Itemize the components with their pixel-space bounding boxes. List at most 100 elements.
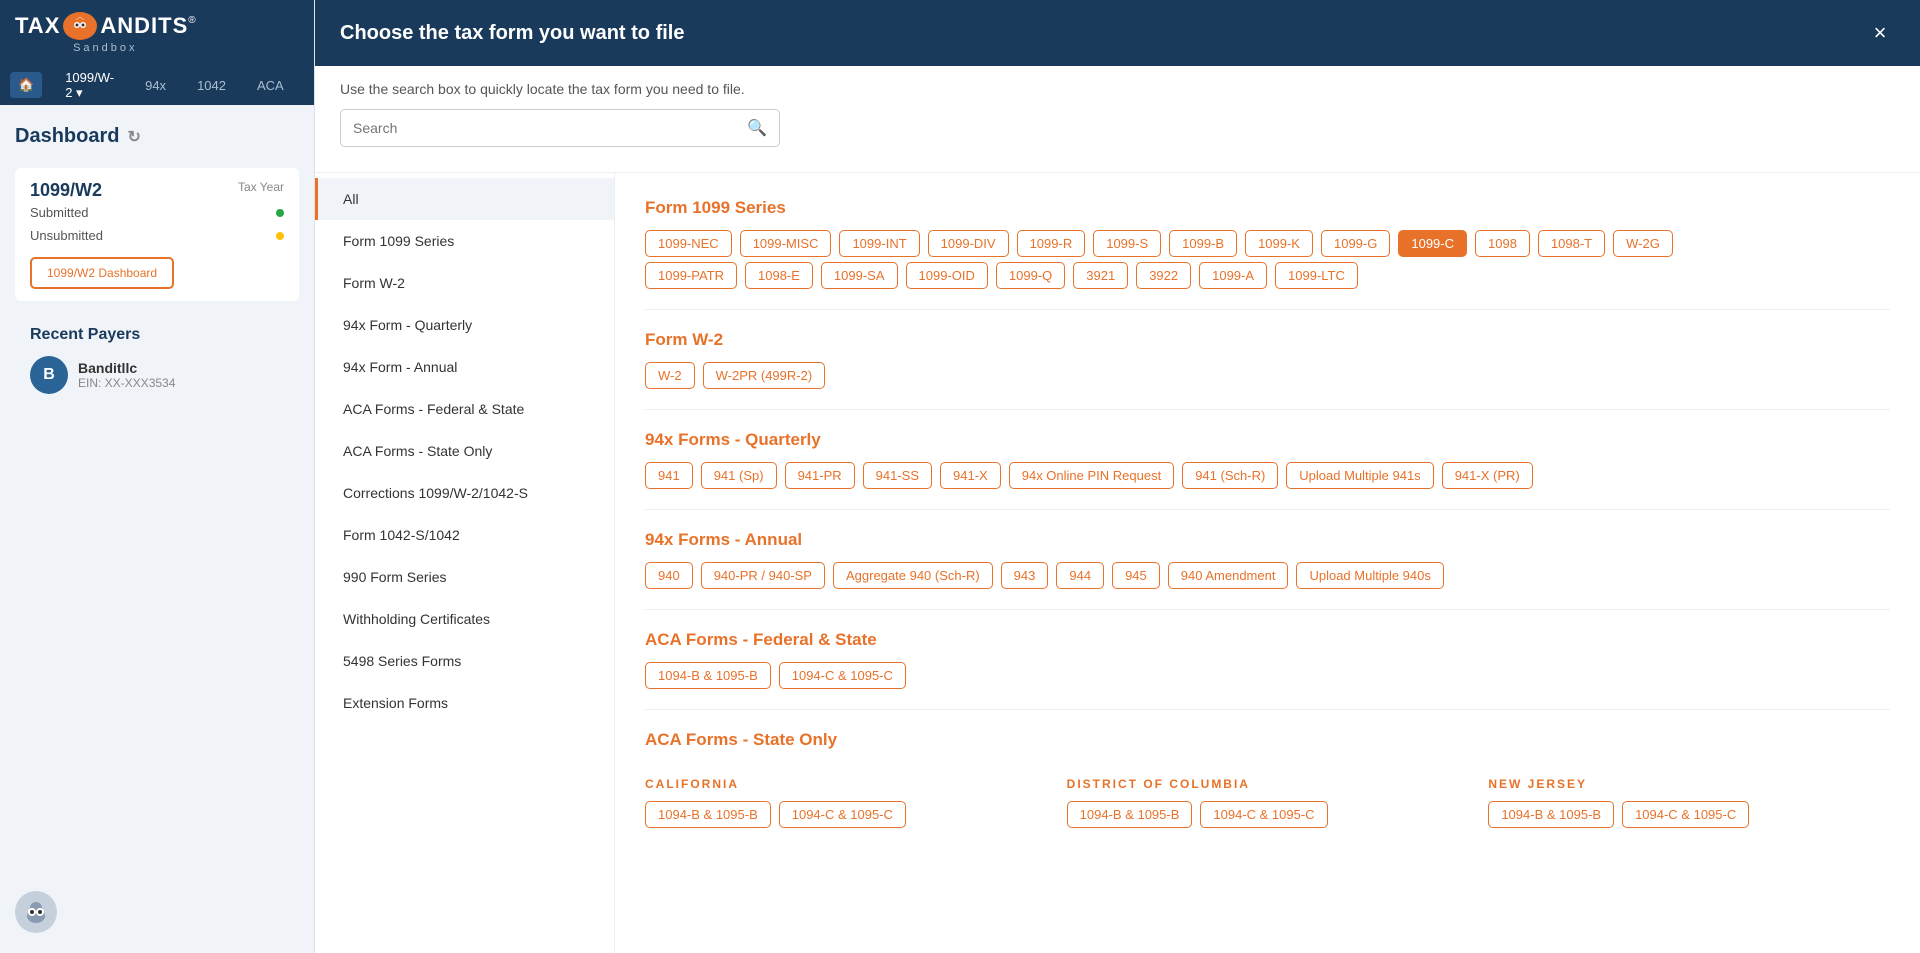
cat-aca-state[interactable]: ACA Forms - State Only bbox=[315, 430, 614, 472]
chip-1099-sa[interactable]: 1099-SA bbox=[821, 262, 898, 289]
nav-aca[interactable]: ACA bbox=[249, 73, 292, 98]
chip-941-sp[interactable]: 941 (Sp) bbox=[701, 462, 777, 489]
nav-1099w2[interactable]: 1099/W-2 ▾ bbox=[57, 65, 122, 106]
payer-ein: EIN: XX-XXX3534 bbox=[78, 376, 175, 390]
chip-1099-k[interactable]: 1099-K bbox=[1245, 230, 1313, 257]
state-dc-label: DISTRICT OF COLUMBIA bbox=[1067, 777, 1469, 791]
chip-w2g[interactable]: W-2G bbox=[1613, 230, 1673, 257]
cat-1042s[interactable]: Form 1042-S/1042 bbox=[315, 514, 614, 556]
search-input[interactable] bbox=[353, 120, 739, 136]
submitted-dot bbox=[276, 209, 284, 217]
nav-94x[interactable]: 94x bbox=[137, 73, 174, 98]
tax-year-label: Tax Year bbox=[238, 180, 284, 194]
chip-941[interactable]: 941 bbox=[645, 462, 693, 489]
cat-w2[interactable]: Form W-2 bbox=[315, 262, 614, 304]
chip-dc-1094b-1095b[interactable]: 1094-B & 1095-B bbox=[1067, 801, 1193, 828]
chip-941-pr[interactable]: 941-PR bbox=[785, 462, 855, 489]
chip-3922[interactable]: 3922 bbox=[1136, 262, 1191, 289]
dashboard-button[interactable]: 1099/W2 Dashboard bbox=[30, 257, 174, 289]
chips-1099-row1: 1099-NEC 1099-MISC 1099-INT 1099-DIV 109… bbox=[645, 230, 1890, 257]
states-row: CALIFORNIA 1094-B & 1095-B 1094-C & 1095… bbox=[645, 762, 1890, 833]
chip-940-pr-sp[interactable]: 940-PR / 940-SP bbox=[701, 562, 825, 589]
chip-1099-c[interactable]: 1099-C bbox=[1398, 230, 1467, 257]
chip-1099-s[interactable]: 1099-S bbox=[1093, 230, 1161, 257]
divider-2 bbox=[645, 409, 1890, 410]
chip-ca-1094b-1095b[interactable]: 1094-B & 1095-B bbox=[645, 801, 771, 828]
modal-title: Choose the tax form you want to file bbox=[340, 22, 684, 45]
section-w2: Form W-2 W-2 W-2PR (499R-2) bbox=[645, 330, 1890, 389]
chip-upload-941s[interactable]: Upload Multiple 941s bbox=[1286, 462, 1433, 489]
cat-5498[interactable]: 5498 Series Forms bbox=[315, 640, 614, 682]
cat-aca-federal[interactable]: ACA Forms - Federal & State bbox=[315, 388, 614, 430]
chip-941-x[interactable]: 941-X bbox=[940, 462, 1001, 489]
chip-944[interactable]: 944 bbox=[1056, 562, 1104, 589]
chip-94x-pin[interactable]: 94x Online PIN Request bbox=[1009, 462, 1174, 489]
cat-94x-annual[interactable]: 94x Form - Annual bbox=[315, 346, 614, 388]
chip-940[interactable]: 940 bbox=[645, 562, 693, 589]
unsubmitted-row: Unsubmitted bbox=[30, 224, 284, 247]
section-aca-state: ACA Forms - State Only CALIFORNIA 1094-B… bbox=[645, 730, 1890, 833]
submitted-label: Submitted bbox=[30, 205, 89, 220]
chip-1099-oid[interactable]: 1099-OID bbox=[906, 262, 988, 289]
cat-94x-quarterly[interactable]: 94x Form - Quarterly bbox=[315, 304, 614, 346]
chip-nj-1094b-1095b[interactable]: 1094-B & 1095-B bbox=[1488, 801, 1614, 828]
cat-extension[interactable]: Extension Forms bbox=[315, 682, 614, 724]
chip-1099-g[interactable]: 1099-G bbox=[1321, 230, 1390, 257]
chip-940-amendment[interactable]: 940 Amendment bbox=[1168, 562, 1289, 589]
chip-nj-1094c-1095c[interactable]: 1094-C & 1095-C bbox=[1622, 801, 1749, 828]
chip-ca-1094c-1095c[interactable]: 1094-C & 1095-C bbox=[779, 801, 906, 828]
chip-1099-misc[interactable]: 1099-MISC bbox=[740, 230, 832, 257]
user-avatar[interactable] bbox=[15, 891, 57, 933]
chip-1099-div[interactable]: 1099-DIV bbox=[928, 230, 1009, 257]
chip-943[interactable]: 943 bbox=[1001, 562, 1049, 589]
unsubmitted-label: Unsubmitted bbox=[30, 228, 103, 243]
submitted-row: Submitted bbox=[30, 201, 284, 224]
state-nj: NEW JERSEY 1094-B & 1095-B 1094-C & 1095… bbox=[1488, 762, 1890, 833]
chip-1099-a[interactable]: 1099-A bbox=[1199, 262, 1267, 289]
close-button[interactable]: × bbox=[1865, 18, 1895, 48]
divider-4 bbox=[645, 609, 1890, 610]
cat-all[interactable]: All bbox=[315, 178, 614, 220]
chip-945[interactable]: 945 bbox=[1112, 562, 1160, 589]
chip-upload-940s[interactable]: Upload Multiple 940s bbox=[1296, 562, 1443, 589]
cat-1099[interactable]: Form 1099 Series bbox=[315, 220, 614, 262]
logo-area: TAX ANDITS ® Sandbox bbox=[15, 12, 196, 54]
chip-dc-1094c-1095c[interactable]: 1094-C & 1095-C bbox=[1200, 801, 1327, 828]
logo-reg: ® bbox=[188, 15, 195, 26]
section-aca-federal-title: ACA Forms - Federal & State bbox=[645, 630, 1890, 650]
payer-avatar: B bbox=[30, 356, 68, 394]
divider-1 bbox=[645, 309, 1890, 310]
chip-1099-b[interactable]: 1099-B bbox=[1169, 230, 1237, 257]
chip-1099-nec[interactable]: 1099-NEC bbox=[645, 230, 732, 257]
cat-corrections[interactable]: Corrections 1099/W-2/1042-S bbox=[315, 472, 614, 514]
chip-w2pr[interactable]: W-2PR (499R-2) bbox=[703, 362, 826, 389]
dashboard-title-text: Dashboard bbox=[15, 125, 119, 148]
chip-1099-patr[interactable]: 1099-PATR bbox=[645, 262, 737, 289]
chip-1094b-1095b[interactable]: 1094-B & 1095-B bbox=[645, 662, 771, 689]
cat-withholding[interactable]: Withholding Certificates bbox=[315, 598, 614, 640]
chip-1098[interactable]: 1098 bbox=[1475, 230, 1530, 257]
chip-1099-q[interactable]: 1099-Q bbox=[996, 262, 1065, 289]
chip-1098-e[interactable]: 1098-E bbox=[745, 262, 813, 289]
chip-3921[interactable]: 3921 bbox=[1073, 262, 1128, 289]
state-california-label: CALIFORNIA bbox=[645, 777, 1047, 791]
logo-sandbox: Sandbox bbox=[73, 42, 137, 54]
refresh-icon[interactable]: ↻ bbox=[127, 127, 140, 147]
chip-w2[interactable]: W-2 bbox=[645, 362, 695, 389]
chip-941-ss[interactable]: 941-SS bbox=[863, 462, 932, 489]
chip-1099-ltc[interactable]: 1099-LTC bbox=[1275, 262, 1358, 289]
chip-agg-940[interactable]: Aggregate 940 (Sch-R) bbox=[833, 562, 993, 589]
payer-item[interactable]: B Banditllc EIN: XX-XXX3534 bbox=[30, 356, 284, 394]
chip-1094c-1095c[interactable]: 1094-C & 1095-C bbox=[779, 662, 906, 689]
chip-941-x-pr[interactable]: 941-X (PR) bbox=[1442, 462, 1533, 489]
chip-1099-r[interactable]: 1099-R bbox=[1017, 230, 1086, 257]
logo-text: TAX bbox=[15, 13, 60, 39]
chip-1098-t[interactable]: 1098-T bbox=[1538, 230, 1605, 257]
chip-941-schr[interactable]: 941 (Sch-R) bbox=[1182, 462, 1278, 489]
section-aca-federal: ACA Forms - Federal & State 1094-B & 109… bbox=[645, 630, 1890, 689]
cat-990[interactable]: 990 Form Series bbox=[315, 556, 614, 598]
chip-1099-int[interactable]: 1099-INT bbox=[839, 230, 919, 257]
nav-home[interactable]: 🏠 bbox=[10, 72, 42, 98]
nav-1042[interactable]: 1042 bbox=[189, 73, 234, 98]
state-california: CALIFORNIA 1094-B & 1095-B 1094-C & 1095… bbox=[645, 762, 1047, 833]
